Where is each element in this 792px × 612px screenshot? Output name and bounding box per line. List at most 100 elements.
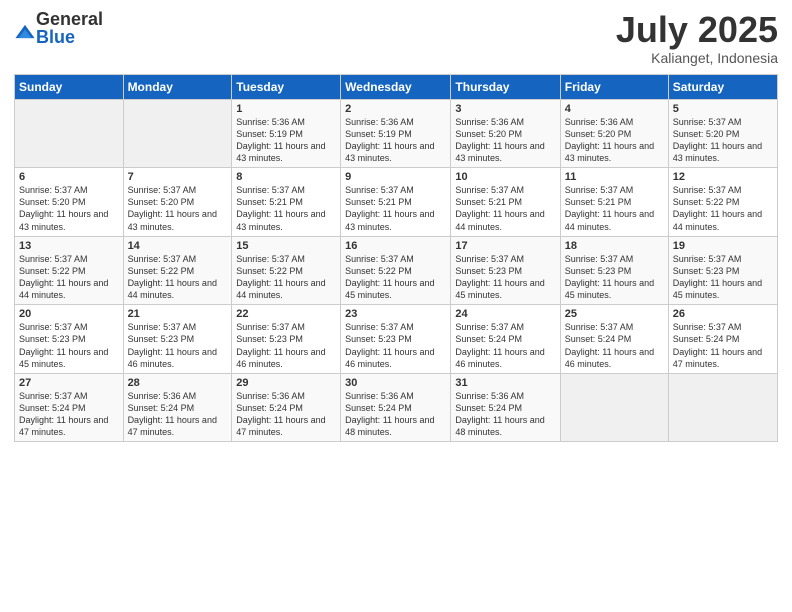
- calendar-cell: 25Sunrise: 5:37 AM Sunset: 5:24 PM Dayli…: [560, 305, 668, 374]
- day-number: 1: [236, 103, 336, 115]
- calendar-cell: 14Sunrise: 5:37 AM Sunset: 5:22 PM Dayli…: [123, 236, 232, 305]
- day-number: 23: [345, 308, 446, 320]
- day-info: Sunrise: 5:37 AM Sunset: 5:24 PM Dayligh…: [565, 321, 664, 370]
- calendar-week-5: 27Sunrise: 5:37 AM Sunset: 5:24 PM Dayli…: [15, 373, 778, 442]
- calendar-cell: 31Sunrise: 5:36 AM Sunset: 5:24 PM Dayli…: [451, 373, 560, 442]
- calendar-cell: 21Sunrise: 5:37 AM Sunset: 5:23 PM Dayli…: [123, 305, 232, 374]
- day-info: Sunrise: 5:36 AM Sunset: 5:24 PM Dayligh…: [128, 390, 228, 439]
- day-number: 11: [565, 171, 664, 183]
- day-info: Sunrise: 5:36 AM Sunset: 5:20 PM Dayligh…: [455, 116, 555, 165]
- day-info: Sunrise: 5:37 AM Sunset: 5:23 PM Dayligh…: [236, 321, 336, 370]
- day-number: 19: [673, 240, 773, 252]
- calendar-cell: 15Sunrise: 5:37 AM Sunset: 5:22 PM Dayli…: [232, 236, 341, 305]
- calendar-cell: 16Sunrise: 5:37 AM Sunset: 5:22 PM Dayli…: [341, 236, 451, 305]
- calendar-header-wednesday: Wednesday: [341, 74, 451, 99]
- day-number: 16: [345, 240, 446, 252]
- day-number: 31: [455, 377, 555, 389]
- day-number: 6: [19, 171, 119, 183]
- calendar-week-4: 20 Sunrise: 5:37 AM Sunset: 5:23 PM Dayli…: [15, 305, 778, 374]
- calendar-cell: 4Sunrise: 5:36 AM Sunset: 5:20 PM Daylig…: [560, 99, 668, 168]
- calendar-cell: 2Sunrise: 5:36 AM Sunset: 5:19 PM Daylig…: [341, 99, 451, 168]
- calendar-week-1: 1Sunrise: 5:36 AM Sunset: 5:19 PM Daylig…: [15, 99, 778, 168]
- calendar-cell: 18Sunrise: 5:37 AM Sunset: 5:23 PM Dayli…: [560, 236, 668, 305]
- day-number: 14: [128, 240, 228, 252]
- day-info: Sunrise: 5:36 AM Sunset: 5:24 PM Dayligh…: [455, 390, 555, 439]
- day-info: Sunrise: 5:37 AM Sunset: 5:23 PM Dayligh…: [673, 253, 773, 302]
- day-number: 7: [128, 171, 228, 183]
- calendar-cell: 1Sunrise: 5:36 AM Sunset: 5:19 PM Daylig…: [232, 99, 341, 168]
- calendar-cell: [15, 99, 124, 168]
- calendar-cell: 28Sunrise: 5:36 AM Sunset: 5:24 PM Dayli…: [123, 373, 232, 442]
- calendar-header-row: SundayMondayTuesdayWednesdayThursdayFrid…: [15, 74, 778, 99]
- day-number: 25: [565, 308, 664, 320]
- calendar-cell: 13Sunrise: 5:37 AM Sunset: 5:22 PM Dayli…: [15, 236, 124, 305]
- calendar-header-monday: Monday: [123, 74, 232, 99]
- day-number: 3: [455, 103, 555, 115]
- month-title: July 2025: [616, 10, 778, 50]
- day-info: Sunrise: 5:37 AM Sunset: 5:23 PM Dayligh…: [345, 321, 446, 370]
- header: General Blue July 2025 Kalianget, Indone…: [14, 10, 778, 66]
- logo-icon: [14, 22, 36, 44]
- calendar-cell: 7Sunrise: 5:37 AM Sunset: 5:20 PM Daylig…: [123, 168, 232, 237]
- day-number: 21: [128, 308, 228, 320]
- day-number: 4: [565, 103, 664, 115]
- calendar-cell: 27Sunrise: 5:37 AM Sunset: 5:24 PM Dayli…: [15, 373, 124, 442]
- logo-text: General Blue: [36, 10, 103, 46]
- title-block: July 2025 Kalianget, Indonesia: [616, 10, 778, 66]
- day-number: 12: [673, 171, 773, 183]
- calendar-cell: 17Sunrise: 5:37 AM Sunset: 5:23 PM Dayli…: [451, 236, 560, 305]
- day-info: Sunrise: 5:37 AM Sunset: 5:20 PM Dayligh…: [673, 116, 773, 165]
- day-info: Sunrise: 5:37 AM Sunset: 5:24 PM Dayligh…: [19, 390, 119, 439]
- page: General Blue July 2025 Kalianget, Indone…: [0, 0, 792, 612]
- calendar-cell: 20Sunrise: 5:37 AM Sunset: 5:23 PM Dayli…: [15, 305, 124, 374]
- calendar-cell: 11Sunrise: 5:37 AM Sunset: 5:21 PM Dayli…: [560, 168, 668, 237]
- day-info: Sunrise: 5:37 AM Sunset: 5:20 PM Dayligh…: [128, 184, 228, 233]
- day-info: Sunrise: 5:37 AM Sunset: 5:23 PM Dayligh…: [128, 321, 228, 370]
- day-info: Sunrise: 5:37 AM Sunset: 5:24 PM Dayligh…: [673, 321, 773, 370]
- calendar-cell: [123, 99, 232, 168]
- calendar-cell: 10Sunrise: 5:37 AM Sunset: 5:21 PM Dayli…: [451, 168, 560, 237]
- calendar-cell: 19Sunrise: 5:37 AM Sunset: 5:23 PM Dayli…: [668, 236, 777, 305]
- day-info: Sunrise: 5:37 AM Sunset: 5:22 PM Dayligh…: [236, 253, 336, 302]
- calendar-header-thursday: Thursday: [451, 74, 560, 99]
- day-number: 9: [345, 171, 446, 183]
- calendar-week-2: 6 Sunrise: 5:37 AM Sunset: 5:20 PM Daylig…: [15, 168, 778, 237]
- day-number: 17: [455, 240, 555, 252]
- calendar-cell: 29Sunrise: 5:36 AM Sunset: 5:24 PM Dayli…: [232, 373, 341, 442]
- calendar-cell: 9Sunrise: 5:37 AM Sunset: 5:21 PM Daylig…: [341, 168, 451, 237]
- day-info: Sunrise: 5:37 AM Sunset: 5:22 PM Dayligh…: [128, 253, 228, 302]
- day-info: Sunrise: 5:37 AM Sunset: 5:23 PM Dayligh…: [455, 253, 555, 302]
- day-number: 22: [236, 308, 336, 320]
- calendar-cell: 24Sunrise: 5:37 AM Sunset: 5:24 PM Dayli…: [451, 305, 560, 374]
- day-info: Sunrise: 5:37 AM Sunset: 5:24 PM Dayligh…: [455, 321, 555, 370]
- calendar-cell: 5Sunrise: 5:37 AM Sunset: 5:20 PM Daylig…: [668, 99, 777, 168]
- day-info: Sunrise: 5:37 AM Sunset: 5:21 PM Dayligh…: [236, 184, 336, 233]
- calendar-header-saturday: Saturday: [668, 74, 777, 99]
- day-info: Sunrise: 5:37 AM Sunset: 5:22 PM Dayligh…: [19, 253, 119, 302]
- calendar-cell: 6Sunrise: 5:37 AM Sunset: 5:20 PM Daylig…: [15, 168, 124, 237]
- day-number: 8: [236, 171, 336, 183]
- calendar-cell: 23Sunrise: 5:37 AM Sunset: 5:23 PM Dayli…: [341, 305, 451, 374]
- day-number: 29: [236, 377, 336, 389]
- day-info: Sunrise: 5:36 AM Sunset: 5:19 PM Dayligh…: [345, 116, 446, 165]
- location: Kalianget, Indonesia: [616, 50, 778, 66]
- day-number: 2: [345, 103, 446, 115]
- day-number: 20: [19, 308, 119, 320]
- day-info: Sunrise: 5:37 AM Sunset: 5:22 PM Dayligh…: [673, 184, 773, 233]
- day-info: Sunrise: 5:36 AM Sunset: 5:24 PM Dayligh…: [345, 390, 446, 439]
- calendar-cell: [560, 373, 668, 442]
- day-number: 24: [455, 308, 555, 320]
- logo-general: General: [36, 9, 103, 29]
- day-number: 28: [128, 377, 228, 389]
- day-info: Sunrise: 5:37 AM Sunset: 5:22 PM Dayligh…: [345, 253, 446, 302]
- day-info: Sunrise: 5:37 AM Sunset: 5:23 PM Dayligh…: [565, 253, 664, 302]
- calendar-table: SundayMondayTuesdayWednesdayThursdayFrid…: [14, 74, 778, 443]
- day-info: Sunrise: 5:36 AM Sunset: 5:24 PM Dayligh…: [236, 390, 336, 439]
- day-info: Sunrise: 5:37 AM Sunset: 5:21 PM Dayligh…: [455, 184, 555, 233]
- day-number: 30: [345, 377, 446, 389]
- day-info: Sunrise: 5:36 AM Sunset: 5:19 PM Dayligh…: [236, 116, 336, 165]
- logo: General Blue: [14, 10, 103, 46]
- calendar-header-friday: Friday: [560, 74, 668, 99]
- day-number: 26: [673, 308, 773, 320]
- calendar-header-sunday: Sunday: [15, 74, 124, 99]
